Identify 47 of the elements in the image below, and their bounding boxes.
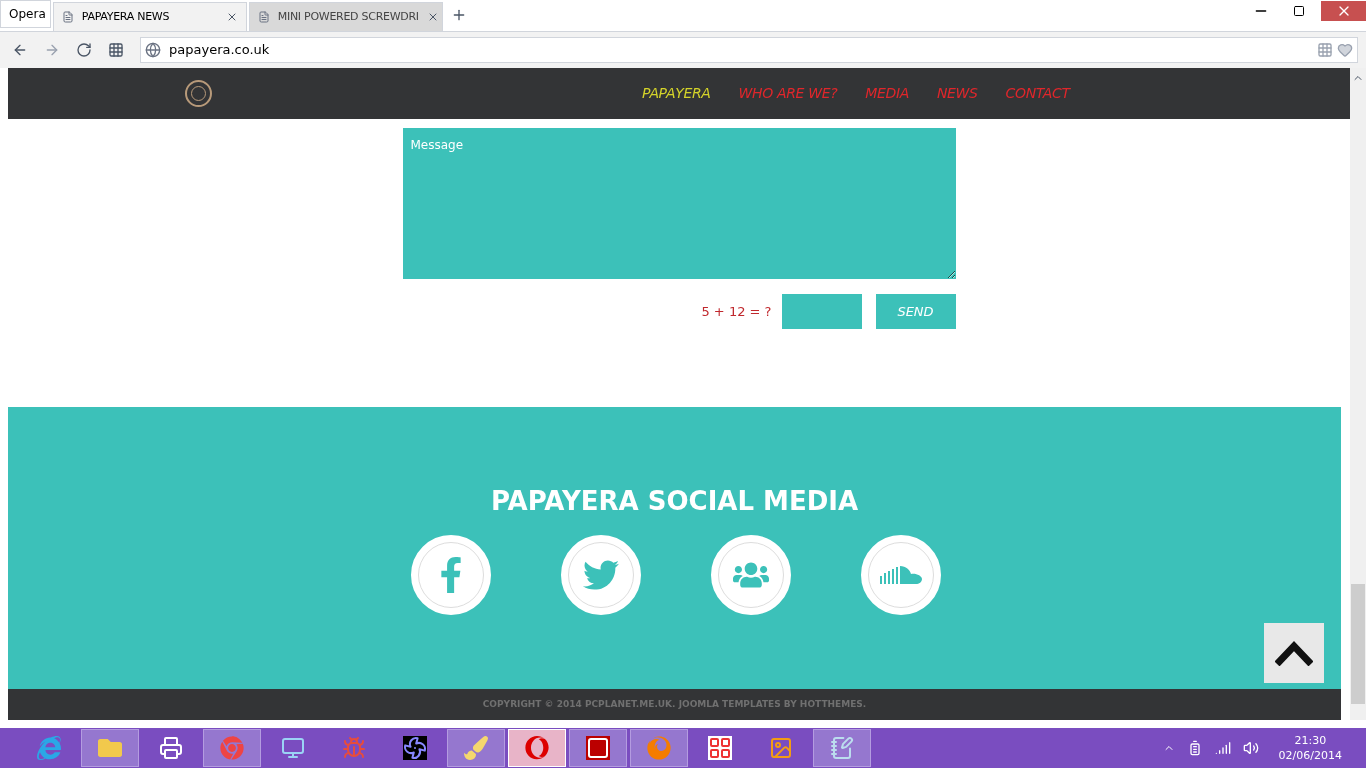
browser-name[interactable]: Opera [9, 5, 46, 23]
grid-icon[interactable] [108, 42, 124, 58]
chevron-up-icon [1275, 640, 1313, 666]
restore-icon[interactable] [1293, 5, 1305, 17]
captcha-field[interactable] [781, 294, 862, 329]
browser-menu-button[interactable]: Opera [0, 0, 51, 28]
cloud-icon [877, 564, 924, 586]
browser-icon [37, 736, 61, 760]
paintbrush-icon [464, 736, 488, 760]
opera-icon [525, 736, 549, 760]
back-to-top-button[interactable] [1264, 623, 1324, 683]
message-field[interactable]: Message [402, 128, 956, 279]
folder-icon [98, 736, 122, 760]
social-heading: PAPAYERA SOCIAL MEDIA [490, 485, 859, 518]
grid-icon[interactable] [1317, 42, 1333, 58]
globe-icon [145, 42, 161, 58]
bird-icon [582, 557, 619, 593]
page-icon [61, 11, 74, 23]
notepad-icon [830, 736, 854, 760]
captcha-question: 5 + 12 = ? [701, 302, 772, 321]
image-icon [769, 736, 793, 760]
address-field[interactable]: papayera.co.uk [140, 37, 1358, 63]
taskbar-app[interactable] [569, 729, 627, 767]
grid-icon [708, 736, 732, 760]
heart-icon[interactable] [1337, 42, 1353, 58]
fan-icon [403, 736, 427, 760]
back-icon[interactable] [12, 42, 28, 58]
square-icon [586, 736, 610, 760]
reload-icon[interactable] [76, 42, 92, 58]
copyright-text: COPYRIGHT © 2014 PCPLANET.ME.UK. JOOMLA TEMPLATES BY HOTTHEMES. [482, 697, 867, 711]
scrollbar-thumb[interactable] [1351, 584, 1365, 704]
chrome-icon [220, 736, 244, 760]
monitor-icon [281, 736, 305, 760]
speaker-icon[interactable] [1242, 740, 1259, 756]
page-icon [257, 11, 270, 23]
logo-icon[interactable] [185, 80, 212, 107]
bug-icon [342, 736, 366, 760]
scrollbar[interactable] [1350, 68, 1366, 720]
close-window-button[interactable] [1321, 1, 1366, 21]
clock[interactable]: 21:30 02/06/2014 [1278, 733, 1342, 763]
nav-link[interactable]: PAPAYERA [642, 83, 711, 104]
forward-icon[interactable] [44, 42, 60, 58]
firefox-icon [647, 736, 671, 760]
browser-tab[interactable]: PAPAYERA NEWS [52, 2, 247, 31]
browser-tab[interactable]: MINI POWERED SCREWDRI [248, 2, 443, 31]
signal-icon[interactable] [1214, 740, 1231, 756]
printer-icon [159, 736, 183, 760]
